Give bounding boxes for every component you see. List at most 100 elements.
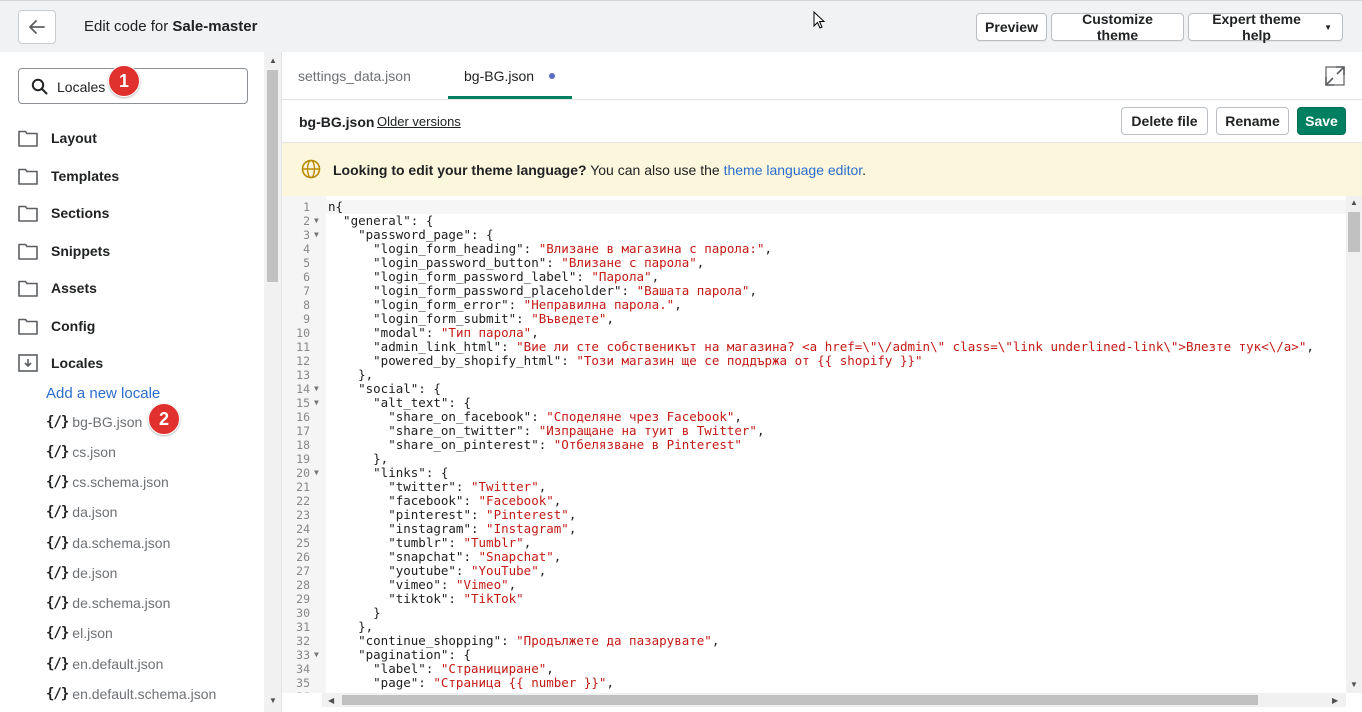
line-number: 23 (296, 508, 310, 522)
code-vertical-scrollbar[interactable]: ▲ ▼ (1346, 196, 1362, 693)
code-token: "twitter": (328, 479, 471, 494)
code-text: "pinterest": "Pinterest", (328, 508, 576, 522)
string-token: "Vimeo" (455, 577, 509, 592)
folder-layout[interactable]: Layout (18, 126, 97, 150)
tab-settings-data[interactable]: settings_data.json (298, 68, 411, 84)
code-editor[interactable]: 1 n{2 ▼ "general": {3 ▼ "password_page": {4… (282, 196, 1362, 693)
string-token: "Въведете" (531, 311, 607, 326)
theme-name: Sale-master (172, 18, 258, 35)
save-button[interactable]: Save (1297, 107, 1346, 135)
fold-arrow-icon[interactable]: ▼ (314, 382, 319, 396)
file-label: en.default.schema.json (72, 686, 217, 702)
scroll-down-arrow-icon[interactable]: ▼ (269, 696, 277, 705)
add-new-locale-link[interactable]: Add a new locale (46, 385, 160, 402)
code-token: "share_on_pinterest": (328, 437, 554, 452)
string-token: "Влизане в магазина с парола:" (538, 241, 765, 256)
code-token: }, (328, 619, 374, 634)
active-tab-indicator (448, 96, 572, 99)
code-token: "youtube": (328, 563, 471, 578)
code-token: }, (328, 451, 389, 466)
code-text: "twitter": "Twitter", (328, 480, 546, 494)
customize-theme-button[interactable]: Customize theme (1051, 11, 1184, 43)
line-number: 17 (296, 424, 310, 438)
line-number: 1 (303, 200, 310, 214)
folder-label: Layout (51, 130, 97, 146)
expand-icon[interactable] (1325, 66, 1345, 86)
file-item-cs[interactable]: {/} cs.json (46, 441, 116, 463)
preview-button[interactable]: Preview (976, 13, 1047, 41)
code-text: "instagram": "Instagram", (328, 522, 576, 536)
fold-arrow-icon[interactable]: ▼ (314, 466, 319, 480)
banner-end: . (862, 162, 867, 178)
code-text: "login_form_heading": "Влизане в магазин… (328, 242, 772, 256)
search-icon (31, 78, 48, 95)
file-item-da[interactable]: {/} da.json (46, 501, 117, 523)
rename-button[interactable]: Rename (1216, 107, 1289, 135)
fold-arrow-icon[interactable]: ▼ (314, 648, 319, 662)
scroll-left-arrow-icon[interactable]: ◀ (328, 696, 334, 705)
file-item-en-default-schema[interactable]: {/} en.default.schema.json (46, 683, 216, 705)
folder-sections[interactable]: Sections (18, 201, 109, 225)
expert-theme-help-button[interactable]: Expert theme help ▼ (1188, 11, 1343, 43)
tab-bg-bg[interactable]: bg-BG.json (464, 68, 534, 84)
scroll-up-arrow-icon[interactable]: ▲ (1350, 198, 1358, 207)
scroll-right-arrow-icon[interactable]: ▶ (1332, 696, 1338, 705)
line-number: 3 (303, 228, 310, 242)
sidebar-scroll-thumb[interactable] (267, 70, 278, 282)
unsaved-dot-icon (549, 73, 555, 79)
file-item-da-schema[interactable]: {/} da.schema.json (46, 532, 170, 554)
fold-arrow-icon[interactable]: ▼ (314, 228, 319, 242)
older-versions-link[interactable]: Older versions (377, 114, 461, 129)
folder-locales[interactable]: Locales (18, 351, 103, 375)
file-item-de-schema[interactable]: {/} de.schema.json (46, 592, 170, 614)
line-number: 5 (303, 256, 310, 270)
sidebar-scrollbar[interactable]: ▲ ▼ (264, 52, 282, 712)
code-token: "instagram": (328, 521, 487, 536)
folder-label: Assets (51, 280, 97, 296)
folder-snippets[interactable]: Snippets (18, 239, 110, 263)
code-token: , (508, 577, 517, 592)
folder-config[interactable]: Config (18, 314, 95, 338)
folder-assets[interactable]: Assets (18, 276, 97, 300)
scroll-up-arrow-icon[interactable]: ▲ (269, 56, 277, 65)
scroll-down-arrow-icon[interactable]: ▼ (1350, 680, 1358, 689)
theme-language-editor-link[interactable]: theme language editor (724, 162, 863, 178)
code-token: "share_on_facebook": (328, 409, 547, 424)
line-number: 32 (296, 634, 310, 648)
code-token: "modal": (328, 325, 441, 340)
code-token: "powered_by_shopify_html": (328, 353, 577, 368)
code-token: , (523, 535, 532, 550)
code-token: , (674, 297, 682, 312)
code-token: , (1306, 339, 1314, 354)
delete-file-button[interactable]: Delete file (1121, 107, 1208, 135)
line-number: 24 (296, 522, 310, 536)
code-text: "login_form_password_placeholder": "Ваша… (328, 284, 757, 298)
string-token: "Тип парола" (440, 325, 532, 340)
code-horizontal-scrollbar[interactable]: ◀ ▶ (322, 693, 1346, 707)
code-text: "links": { (328, 466, 448, 480)
file-item-cs-schema[interactable]: {/} cs.schema.json (46, 471, 169, 493)
code-token: "login_form_submit": (328, 311, 532, 326)
file-item-el[interactable]: {/} el.json (46, 622, 113, 644)
code-hscroll-thumb[interactable] (342, 695, 1258, 705)
file-item-de[interactable]: {/} de.json (46, 562, 117, 584)
code-text: "youtube": "YouTube", (328, 564, 546, 578)
line-number: 28 (296, 578, 310, 592)
fold-arrow-icon[interactable]: ▼ (314, 396, 319, 410)
line-number: 8 (303, 298, 310, 312)
file-item-bg-bg[interactable]: {/} bg-BG.json (46, 411, 142, 433)
code-scroll-thumb[interactable] (1348, 212, 1360, 252)
file-item-en-default[interactable]: {/} en.default.json (46, 653, 163, 675)
language-editor-banner: Looking to edit your theme language? You… (282, 143, 1362, 196)
code-text: "facebook": "Facebook", (328, 494, 561, 508)
line-number: 26 (296, 550, 310, 564)
back-button[interactable] (18, 10, 56, 44)
fold-arrow-icon[interactable]: ▼ (314, 214, 319, 228)
current-line-highlight (326, 200, 1346, 214)
folder-templates[interactable]: Templates (18, 164, 119, 188)
code-token: "vimeo": (328, 577, 456, 592)
line-number: 11 (296, 340, 310, 354)
folder-label: Snippets (51, 243, 111, 259)
line-number: 14 (296, 382, 310, 396)
line-number: 2 (303, 214, 310, 228)
